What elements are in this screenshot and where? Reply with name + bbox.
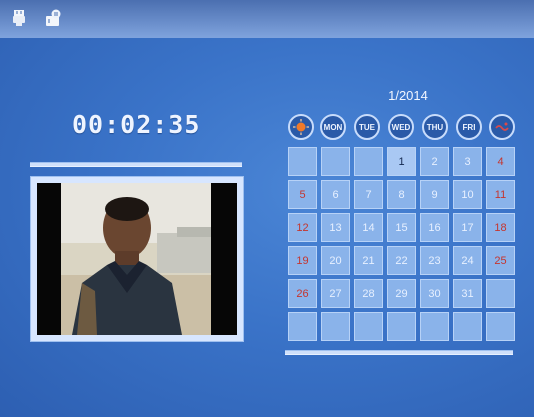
sun-icon [293, 119, 309, 135]
calendar-cell-weekend[interactable]: 19 [288, 246, 317, 275]
calendar-cell[interactable]: 31 [453, 279, 482, 308]
weekday-header: MON TUE WED THU FRI [286, 114, 515, 142]
calendar-cell[interactable] [354, 147, 383, 176]
calendar-cell[interactable]: 20 [321, 246, 350, 275]
weekday-thu: THU [422, 114, 448, 140]
calendar-cell[interactable] [354, 312, 383, 341]
calendar-cell[interactable]: 13 [321, 213, 350, 242]
calendar-cell[interactable]: 6 [321, 180, 350, 209]
calendar-cell-weekend[interactable]: 5 [288, 180, 317, 209]
calendar-cell[interactable] [420, 312, 449, 341]
calendar-cell-weekend[interactable]: 12 [288, 213, 317, 242]
calendar-cell[interactable]: 9 [420, 180, 449, 209]
calendar-cell[interactable]: 30 [420, 279, 449, 308]
portrait-image [37, 183, 237, 335]
calendar-cell[interactable]: 8 [387, 180, 416, 209]
calendar-cell-today[interactable]: 1 [387, 147, 416, 176]
calendar-cell[interactable]: 24 [453, 246, 482, 275]
memory-card-icon[interactable] [44, 9, 62, 27]
calendar-month-year: 1/2014 [388, 88, 428, 103]
calendar-cell[interactable]: 22 [387, 246, 416, 275]
photo[interactable] [37, 183, 237, 335]
weekday-mon: MON [320, 114, 346, 140]
divider-left [30, 162, 242, 167]
weekday-sat [489, 114, 515, 140]
calendar-cell[interactable] [288, 312, 317, 341]
photo-frame [30, 176, 244, 342]
calendar-cell[interactable]: 3 [453, 147, 482, 176]
weekday-wed: WED [388, 114, 414, 140]
calendar-cell[interactable] [288, 147, 317, 176]
calendar-cell-weekend[interactable]: 18 [486, 213, 515, 242]
calendar-cell[interactable] [486, 312, 515, 341]
calendar-cell[interactable]: 10 [453, 180, 482, 209]
calendar-cell-weekend[interactable]: 4 [486, 147, 515, 176]
calendar-cell[interactable] [321, 312, 350, 341]
weekday-tue: TUE [354, 114, 380, 140]
saturday-icon [495, 122, 509, 131]
clock-time: 00:02:35 [72, 110, 201, 139]
calendar-cell-weekend[interactable]: 25 [486, 246, 515, 275]
calendar-cell[interactable]: 7 [354, 180, 383, 209]
calendar-cell[interactable]: 27 [321, 279, 350, 308]
calendar-cell[interactable]: 28 [354, 279, 383, 308]
calendar-cell[interactable]: 16 [420, 213, 449, 242]
calendar-cell[interactable]: 21 [354, 246, 383, 275]
calendar-grid: 1 2 3 4 5 6 7 8 9 10 11 12 13 14 15 16 1… [286, 147, 516, 345]
calendar-cell[interactable]: 14 [354, 213, 383, 242]
calendar-cell[interactable] [387, 312, 416, 341]
calendar-cell[interactable]: 15 [387, 213, 416, 242]
weekday-fri: FRI [456, 114, 482, 140]
calendar-cell[interactable]: 17 [453, 213, 482, 242]
divider-right [285, 350, 513, 355]
calendar-cell[interactable] [321, 147, 350, 176]
usb-icon[interactable] [10, 9, 28, 27]
calendar-cell[interactable]: 29 [387, 279, 416, 308]
calendar-cell[interactable] [486, 279, 515, 308]
calendar-cell[interactable] [453, 312, 482, 341]
calendar-cell[interactable]: 2 [420, 147, 449, 176]
top-status-bar [0, 0, 534, 38]
calendar-cell[interactable]: 23 [420, 246, 449, 275]
calendar-cell-weekend[interactable]: 11 [486, 180, 515, 209]
calendar-cell-weekend[interactable]: 26 [288, 279, 317, 308]
weekday-sun [288, 114, 314, 140]
